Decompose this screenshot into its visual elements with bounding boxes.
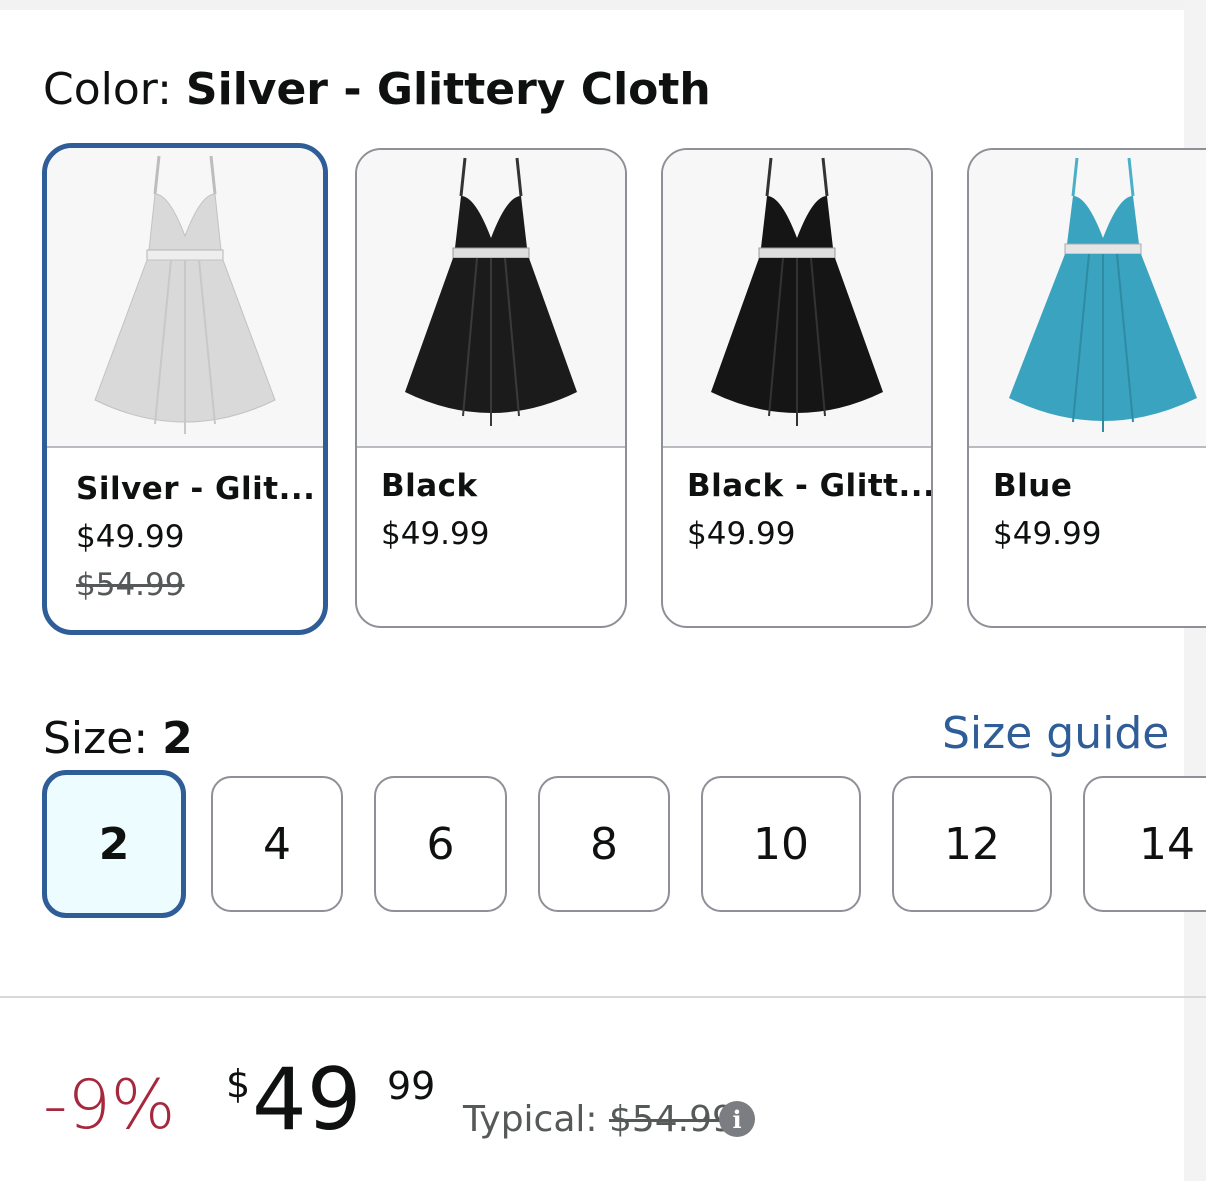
- size-label-text: Size:: [43, 713, 163, 764]
- size-guide-link[interactable]: Size guide: [942, 708, 1169, 760]
- blue-dress-image: [1009, 157, 1197, 432]
- dress-image-black: [357, 150, 625, 448]
- color-swatch-black[interactable]: Black $49.99: [355, 148, 627, 628]
- swatch-name: Blue: [993, 468, 1073, 504]
- dress-image-black-glittery: [663, 150, 931, 448]
- swatch-price: $49.99: [381, 516, 490, 552]
- size-option-12[interactable]: 12: [892, 776, 1052, 912]
- size-option-14[interactable]: 14: [1083, 776, 1206, 912]
- swatch-name: Black - Glitt...: [687, 468, 933, 504]
- price-currency-symbol: $: [226, 1062, 251, 1106]
- dress-image-silver: [47, 148, 323, 448]
- swatch-list-price: $54.99: [76, 567, 185, 603]
- top-strip: [0, 0, 1206, 10]
- size-option-8[interactable]: 8: [538, 776, 670, 912]
- size-selection-label: Size: 2: [43, 713, 193, 765]
- selected-size-value: 2: [162, 713, 193, 764]
- black-dress-image: [405, 157, 577, 426]
- swatch-price: $49.99: [993, 516, 1102, 552]
- swatch-price: $49.99: [76, 519, 185, 555]
- swatch-name: Black: [381, 468, 478, 504]
- size-option-10[interactable]: 10: [701, 776, 861, 912]
- typical-price-value: $54.99: [608, 1099, 735, 1140]
- swatch-name: Silver - Glit...: [76, 471, 316, 507]
- color-swatch-black-glittery[interactable]: Black - Glitt... $49.99: [661, 148, 933, 628]
- typical-price: Typical: $54.99: [463, 1098, 735, 1142]
- section-divider: [0, 996, 1206, 998]
- price-whole: 49: [252, 1050, 362, 1150]
- size-option-6[interactable]: 6: [374, 776, 507, 912]
- typical-price-label: Typical:: [463, 1099, 609, 1140]
- black-glitter-dress-image: [711, 157, 883, 426]
- color-swatch-blue[interactable]: Blue $49.99: [967, 148, 1206, 628]
- info-icon[interactable]: i: [719, 1101, 755, 1137]
- price-fraction: 99: [387, 1064, 436, 1108]
- selected-color-value: Silver - Glittery Cloth: [185, 64, 711, 115]
- size-option-4[interactable]: 4: [211, 776, 343, 912]
- color-swatch-silver-glittery[interactable]: Silver - Glit... $49.99 $54.99: [42, 143, 328, 635]
- swatch-price: $49.99: [687, 516, 796, 552]
- silver-dress-image: [94, 155, 276, 434]
- color-selection-label: Color: Silver - Glittery Cloth: [43, 64, 711, 116]
- dress-image-blue: [969, 150, 1206, 448]
- discount-percentage: -9%: [43, 1066, 176, 1145]
- color-label-text: Color:: [43, 64, 186, 115]
- size-option-2[interactable]: 2: [42, 770, 186, 918]
